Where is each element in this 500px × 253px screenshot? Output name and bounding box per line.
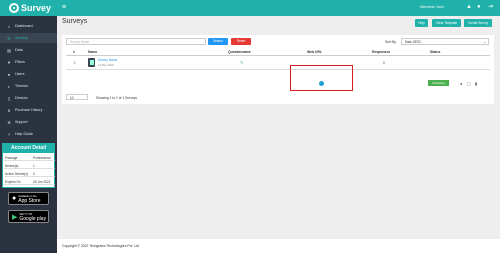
delete-icon[interactable]: ▮	[475, 81, 477, 86]
google-play-badge[interactable]: ▶ GET IT ON Google play	[8, 210, 49, 223]
account-row: Device(s) 1	[4, 162, 55, 169]
table-header: # Name Questionnaire Web URL Responses S…	[66, 48, 490, 56]
page-title: Surveys	[62, 18, 88, 25]
sidebar-item-label: Users	[15, 72, 25, 76]
row-number: 1	[74, 61, 76, 65]
notification-icon[interactable]: ●	[477, 4, 481, 10]
column-header: Questionnaire	[228, 50, 251, 54]
brand-logo[interactable]: Survey	[9, 3, 51, 13]
user-icon: ●	[7, 71, 11, 77]
google-play-icon: ▶	[12, 213, 18, 221]
sidebar-item-help-guide[interactable]: ? Help Guide	[0, 129, 57, 139]
footer: Copyright © 2022 Techgrains Technologies…	[57, 239, 500, 253]
chevron-down-icon: ⌄	[483, 40, 486, 44]
sidebar-item-label: Surveys	[15, 36, 28, 40]
gear-icon: ✲	[7, 119, 11, 125]
sidebar-item-support[interactable]: ✲ Support	[0, 117, 57, 127]
account-value: 0	[33, 171, 35, 176]
sidebar-item-label: Help Guide	[15, 132, 33, 136]
search-input[interactable]: Survey Name	[66, 38, 206, 45]
copyright-text: Copyright © 2022 Techgrains Technologies…	[62, 244, 140, 248]
search-button[interactable]: Search	[208, 38, 228, 45]
user-icon[interactable]: ●	[460, 81, 462, 86]
database-icon: ▤	[7, 47, 11, 53]
sidebar-item-purchase-history[interactable]: $ Purchase History	[0, 105, 57, 115]
copy-icon[interactable]: ▢	[467, 81, 471, 86]
sidebar-item-label: Data	[15, 48, 23, 52]
logo-icon	[9, 3, 19, 13]
showing-text: Showing 1 to 1 of 1 Surveys	[96, 96, 138, 100]
logout-icon[interactable]: ⇥	[488, 4, 493, 10]
sidebar-item-surveys[interactable]: ☰ Surveys	[0, 33, 57, 43]
sidebar-item-users[interactable]: ● Users	[0, 69, 57, 79]
app-store-big-text: App Store	[18, 197, 41, 204]
account-detail-panel: Account Detail Package Professional Devic…	[2, 143, 55, 188]
sort-label: Sort By	[385, 40, 397, 44]
column-header: Web URL	[307, 50, 323, 54]
account-key: Device(s)	[5, 163, 19, 168]
help-button[interactable]: Help	[415, 19, 428, 27]
column-header: Responses	[372, 50, 391, 54]
sidebar-item-data[interactable]: ▤ Data	[0, 45, 57, 55]
sidebar-item-label: Support	[15, 120, 28, 124]
account-value: Professional	[33, 155, 51, 160]
hamburger-icon[interactable]: ≡	[62, 4, 66, 11]
table-row: 1 Survey Name 11 May 2022 ✎ 0	[66, 56, 490, 70]
account-row: Active Device(s) 0	[4, 170, 55, 177]
account-key: Package	[5, 155, 18, 160]
top-bar: Survey ≡ Welcome, User ▲ ● ⇥	[0, 0, 500, 16]
sidebar-item-label: Filters	[15, 60, 25, 64]
app-store-badge[interactable]: ● Available on the App Store	[8, 192, 49, 205]
sidebar: ⌂ Dashboard ☰ Surveys ▤ Data ▼ Filters ● User…	[0, 16, 57, 253]
account-detail-title: Account Detail	[3, 144, 54, 153]
bell-icon[interactable]: ▲	[466, 4, 472, 10]
responses-count: 0	[383, 61, 385, 65]
list-icon: ☰	[7, 35, 11, 41]
filter-icon: ▼	[7, 59, 11, 65]
sidebar-item-themes[interactable]: ◐ Themes	[0, 81, 57, 91]
sidebar-item-label: Devices	[15, 96, 28, 100]
column-header: Status	[430, 50, 441, 54]
column-header: Name	[88, 50, 98, 54]
account-value: 1	[33, 163, 35, 168]
account-row: Package Professional	[4, 154, 55, 161]
survey-date: 11 May 2022	[98, 63, 114, 67]
create-survey-button[interactable]: Create Survey	[464, 19, 492, 27]
account-key: Expires On	[5, 179, 21, 184]
clear-template-button[interactable]: Clear Template	[432, 19, 461, 27]
palette-icon: ◐	[7, 83, 11, 89]
sidebar-item-label: Dashboard	[15, 24, 33, 28]
survey-name-link[interactable]: Survey Name	[98, 58, 117, 62]
sidebar-item-label: Themes	[15, 84, 28, 88]
sidebar-item-label: Purchase History	[15, 108, 43, 112]
highlight-box	[290, 65, 353, 91]
sidebar-item-dashboard[interactable]: ⌂ Dashboard	[0, 21, 57, 31]
account-key: Active Device(s)	[5, 171, 29, 176]
sort-value: Date DESC	[405, 40, 422, 44]
status-badge: Published	[428, 80, 449, 86]
per-page-value: 10	[70, 96, 74, 100]
main-content: Surveys Help Clear Template Create Surve…	[57, 16, 500, 253]
per-page-select[interactable]: 10	[66, 94, 88, 100]
brand-name: Survey	[21, 3, 52, 13]
column-header: #	[73, 50, 75, 54]
account-value: 26 Jun 2022	[33, 179, 51, 184]
help-icon: ?	[7, 131, 11, 137]
device-icon: ▯	[7, 95, 11, 101]
welcome-text: Welcome, User	[420, 5, 444, 9]
survey-thumbnail	[88, 58, 95, 67]
reset-button[interactable]: Reset	[231, 38, 251, 45]
sort-select[interactable]: Date DESC ⌄	[401, 38, 489, 45]
home-icon: ⌂	[7, 23, 11, 29]
apple-icon: ●	[12, 195, 17, 202]
sidebar-item-devices[interactable]: ▯ Devices	[0, 93, 57, 103]
google-play-big-text: Google play	[19, 215, 47, 222]
dollar-icon: $	[7, 107, 11, 113]
edit-icon[interactable]: ✎	[240, 60, 243, 65]
account-row: Expires On 26 Jun 2022	[4, 178, 55, 185]
sidebar-item-filters[interactable]: ▼ Filters	[0, 57, 57, 67]
surveys-card: Survey Name Search Reset Sort By Date DE…	[62, 35, 494, 104]
